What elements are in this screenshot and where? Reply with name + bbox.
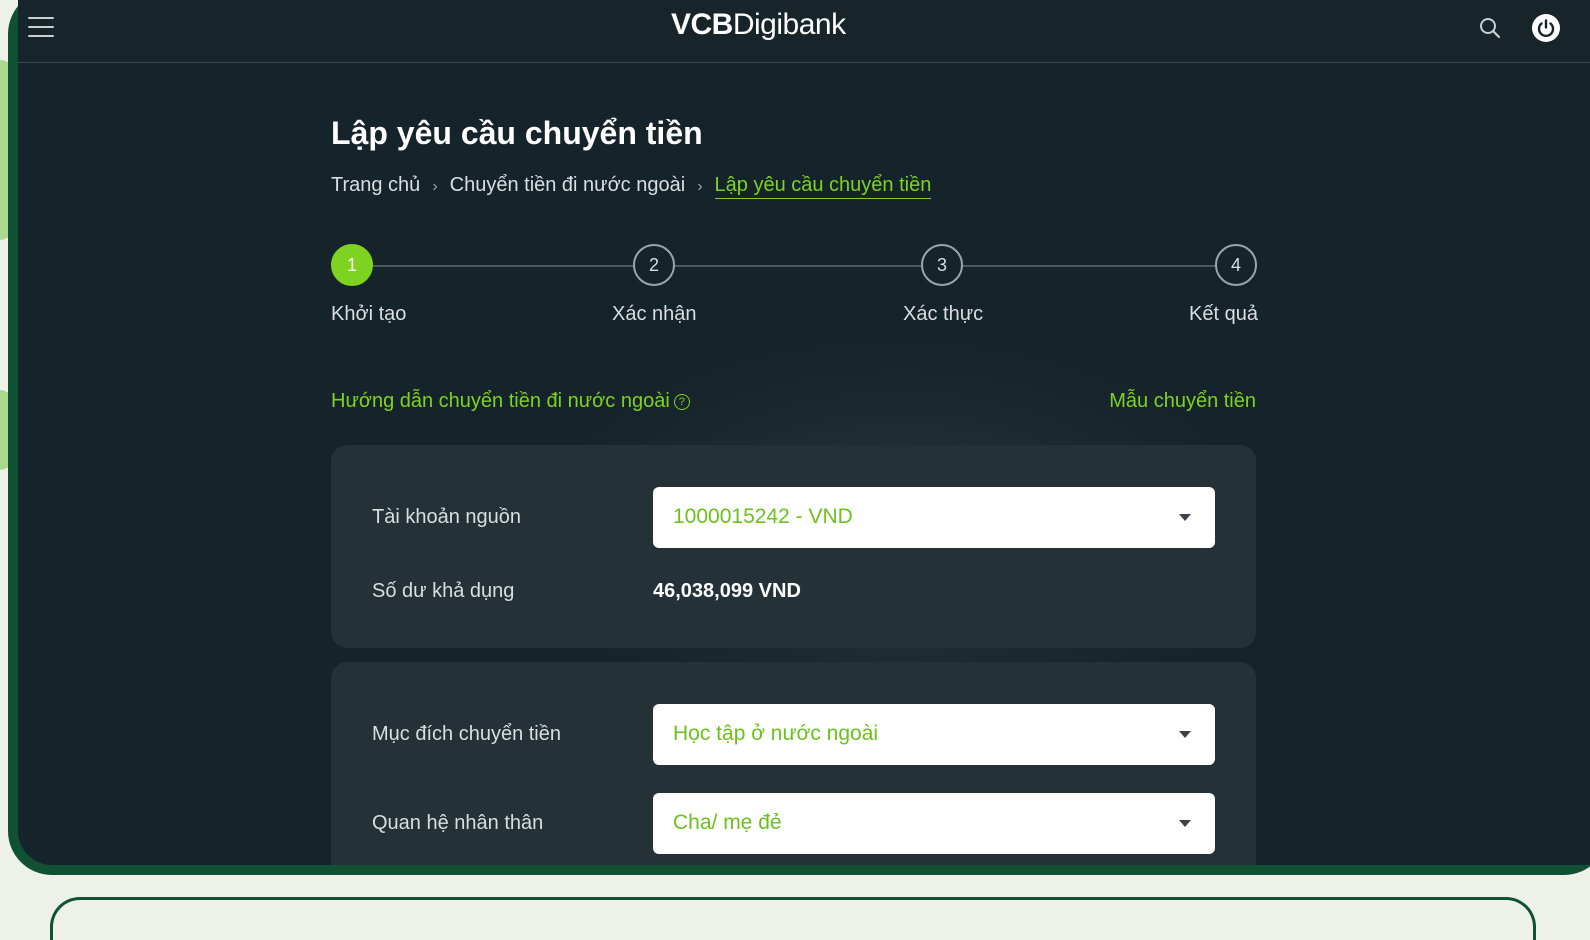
- purpose-label: Mục đích chuyển tiền: [372, 723, 561, 745]
- step-1-label: Khởi tạo: [331, 303, 407, 325]
- source-account-label: Tài khoản nguồn: [372, 506, 522, 528]
- transfer-template-link[interactable]: Mẫu chuyển tiền: [1109, 390, 1256, 413]
- chevron-down-icon: [1179, 731, 1191, 738]
- stepper-line: [351, 265, 1236, 267]
- next-card-edge: [50, 897, 1536, 940]
- chevron-down-icon: [1179, 514, 1191, 521]
- breadcrumb-intl-transfer[interactable]: Chuyển tiền đi nước ngoài: [450, 174, 686, 196]
- available-balance-label: Số dư khả dụng: [372, 580, 515, 602]
- transfer-guide-label: Hướng dẫn chuyển tiền đi nước ngoài: [331, 390, 670, 412]
- relationship-label: Quan hệ nhân thân: [372, 812, 544, 834]
- app-screen: VCBDigibank Lập yêu cầu chuyển tiền Tran…: [18, 0, 1590, 865]
- search-icon[interactable]: [1478, 16, 1502, 40]
- breadcrumb-separator-icon: ›: [432, 178, 438, 195]
- source-account-value: 1000015242 - VND: [673, 505, 853, 528]
- transfer-purpose-card: Mục đích chuyển tiền Học tập ở nước ngoà…: [331, 662, 1256, 865]
- step-4-label: Kết quả: [1189, 303, 1258, 325]
- breadcrumb-home[interactable]: Trang chủ: [331, 174, 420, 196]
- chevron-down-icon: [1179, 820, 1191, 827]
- step-2-label: Xác nhận: [612, 303, 697, 325]
- step-3-circle: 3: [921, 244, 963, 286]
- source-account-card: Tài khoản nguồn 1000015242 - VND Số dư k…: [331, 445, 1256, 648]
- app-logo: VCBDigibank: [671, 8, 846, 42]
- breadcrumb: Trang chủ › Chuyển tiền đi nước ngoài › Lập …: [331, 174, 932, 199]
- logo-vcb: VCB: [671, 8, 733, 41]
- step-4-circle: 4: [1215, 244, 1257, 286]
- source-account-select[interactable]: 1000015242 - VND: [653, 487, 1215, 548]
- progress-stepper: 1 Khởi tạo 2 Xác nhận 3 Xác thực 4 Kết q…: [331, 244, 1258, 334]
- relationship-value: Cha/ mẹ đẻ: [673, 811, 782, 834]
- transfer-guide-link[interactable]: Hướng dẫn chuyển tiền đi nước ngoài?: [331, 390, 690, 413]
- breadcrumb-separator-icon: ›: [697, 178, 703, 195]
- step-2-circle: 2: [633, 244, 675, 286]
- power-icon[interactable]: [1532, 14, 1560, 42]
- top-bar: VCBDigibank: [18, 0, 1590, 63]
- purpose-value: Học tập ở nước ngoài: [673, 722, 879, 745]
- step-3-label: Xác thực: [903, 303, 984, 325]
- relationship-select[interactable]: Cha/ mẹ đẻ: [653, 793, 1215, 854]
- help-icon: ?: [673, 393, 690, 410]
- purpose-select[interactable]: Học tập ở nước ngoài: [653, 704, 1215, 765]
- available-balance-value: 46,038,099 VND: [653, 580, 801, 602]
- step-1-circle: 1: [331, 244, 373, 286]
- hamburger-menu-icon[interactable]: [28, 17, 54, 37]
- logo-digibank: Digibank: [732, 8, 846, 41]
- breadcrumb-current: Lập yêu cầu chuyển tiền: [714, 174, 932, 199]
- page-title: Lập yêu cầu chuyển tiền: [331, 115, 703, 151]
